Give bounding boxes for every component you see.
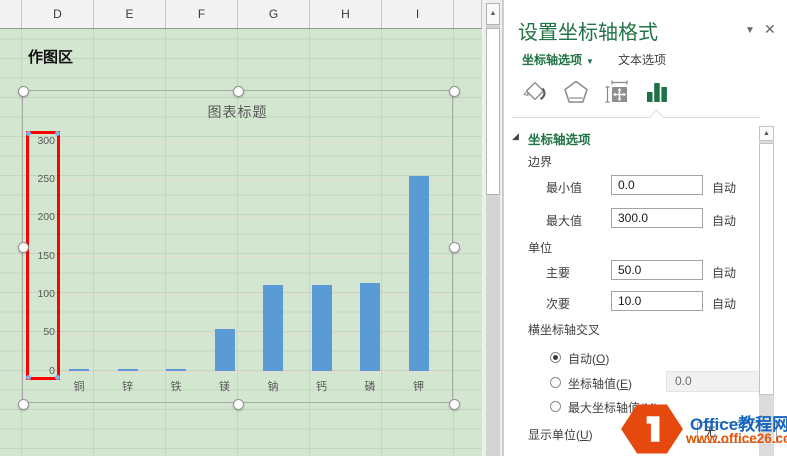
x-axis-category-label[interactable]: 铁 [152, 378, 200, 394]
column-header-partial[interactable] [0, 0, 22, 28]
chart-bar[interactable] [312, 285, 332, 371]
effects-icon[interactable] [562, 78, 590, 106]
pane-scrollbar-thumb[interactable] [759, 143, 774, 395]
column-header-d[interactable]: D [22, 0, 94, 28]
office-logo-icon [620, 403, 684, 455]
x-axis-category-label[interactable]: 镁 [201, 378, 249, 394]
x-axis-category-label[interactable]: 磷 [346, 378, 394, 394]
chart-selection-handle[interactable] [18, 242, 29, 253]
chart-title[interactable]: 图表标题 [23, 102, 452, 122]
column-header-h[interactable]: H [310, 0, 382, 28]
pane-scroll-up-icon[interactable]: ▲ [759, 126, 774, 141]
pane-options-dropdown-icon[interactable]: ▼ [745, 25, 755, 36]
minimum-label: 最小值 [546, 179, 582, 196]
sheet-scrollbar-thumb[interactable] [486, 28, 500, 195]
column-header-i[interactable]: I [382, 0, 454, 28]
display-units-label: 显示单位(U) [528, 426, 593, 443]
chart-gridline [59, 371, 448, 372]
watermark: Office教程网 www.office26.com [618, 399, 787, 456]
chart-gridline [59, 218, 448, 219]
radio-axis-value[interactable] [550, 377, 561, 388]
sheet-scrollbar: ▲ [482, 0, 503, 456]
pane-close-icon[interactable]: ✕ [764, 21, 776, 38]
chart-bar[interactable] [360, 283, 380, 371]
axis-handle-icon [26, 131, 31, 136]
column-header-e[interactable]: E [94, 0, 166, 28]
value-axis-highlight[interactable] [26, 131, 60, 380]
chart-bar[interactable] [69, 369, 89, 371]
chart-selection-handle[interactable] [449, 86, 460, 97]
column-header-f[interactable]: F [166, 0, 238, 28]
chart-selection-handle[interactable] [18, 399, 29, 410]
maximum-label: 最大值 [546, 212, 582, 229]
x-axis-category-label[interactable]: 钾 [395, 378, 443, 394]
minor-unit-label: 次要 [546, 295, 570, 312]
tab-axis-options[interactable]: 坐标轴选项▼ [522, 51, 594, 68]
pane-title: 设置坐标轴格式 [518, 16, 658, 45]
radio-automatic-label[interactable]: 自动(O) [568, 350, 609, 367]
x-axis-category-label[interactable]: 铜 [55, 378, 103, 394]
minor-unit-input[interactable]: 10.0 [611, 291, 703, 311]
major-unit-reset-button[interactable]: 自动 [712, 264, 736, 281]
axis-handle-icon [26, 375, 31, 380]
x-axis-category-label[interactable]: 钠 [249, 378, 297, 394]
x-axis-category-label[interactable]: 钙 [298, 378, 346, 394]
axis-handle-icon [55, 375, 60, 380]
column-header-partial-right[interactable] [454, 0, 482, 28]
chart-bar[interactable] [263, 285, 283, 371]
x-axis-category-label[interactable]: 锌 [104, 378, 152, 394]
section-axis-options[interactable]: 坐标轴选项 [528, 129, 591, 148]
chart-gridline [59, 256, 448, 257]
axis-value-input-disabled[interactable]: 0.0 [666, 371, 761, 392]
radio-max-axis-value[interactable] [550, 401, 561, 412]
tab-text-options[interactable]: 文本选项 [618, 51, 666, 68]
excel-window: D E F G H I 作图区 图表标题 050100150200250300铜… [0, 0, 787, 456]
boundary-group-label: 边界 [528, 153, 552, 170]
watermark-site-url: www.office26.com [686, 431, 787, 446]
radio-automatic[interactable] [550, 352, 561, 363]
radio-axis-value-label[interactable]: 坐标轴值(E) [568, 375, 632, 392]
chart-frame[interactable]: 图表标题 050100150200250300铜锌铁镁钠钙磷钾 [22, 90, 453, 403]
major-unit-input[interactable]: 50.0 [611, 260, 703, 280]
column-header-g[interactable]: G [238, 0, 310, 28]
worksheet[interactable]: D E F G H I 作图区 图表标题 050100150200250300铜… [0, 0, 482, 456]
pane-divider [512, 117, 760, 118]
chart-gridline [59, 294, 448, 295]
fill-line-icon[interactable] [521, 78, 549, 106]
selected-tab-caret [649, 110, 665, 126]
chart-selection-handle[interactable] [449, 399, 460, 410]
major-unit-label: 主要 [546, 264, 570, 281]
chart-selection-handle[interactable] [18, 86, 29, 97]
chart-bar[interactable] [118, 369, 138, 371]
minimum-input[interactable]: 0.0 [611, 175, 703, 195]
chart-gridline [59, 141, 448, 142]
chart-bar[interactable] [166, 369, 186, 371]
column-header-row: D E F G H I [0, 0, 482, 29]
chart-selection-handle[interactable] [233, 86, 244, 97]
chart-selection-handle[interactable] [449, 242, 460, 253]
chart-gridline [59, 179, 448, 180]
collapse-section-icon[interactable]: ◢ [512, 131, 519, 142]
size-properties-icon[interactable] [603, 78, 631, 106]
chart-gridline [59, 333, 448, 334]
axis-crosses-group-label: 横坐标轴交叉 [528, 321, 600, 338]
axis-handle-icon [55, 131, 60, 136]
plot-area-tooltip: 作图区 [28, 46, 73, 67]
minor-unit-reset-button[interactable]: 自动 [712, 295, 736, 312]
format-axis-pane: 设置坐标轴格式 ▼ ✕ 坐标轴选项▼ 文本选项 [503, 0, 787, 456]
scroll-up-icon[interactable]: ▲ [486, 3, 500, 25]
maximum-input[interactable]: 300.0 [611, 208, 703, 228]
axis-options-chart-icon[interactable] [643, 78, 671, 106]
chart-bar[interactable] [409, 176, 429, 372]
chart-bar[interactable] [215, 329, 235, 371]
maximum-reset-button[interactable]: 自动 [712, 212, 736, 229]
chart-selection-handle[interactable] [233, 399, 244, 410]
minimum-reset-button[interactable]: 自动 [712, 179, 736, 196]
chevron-down-icon: ▼ [586, 57, 594, 66]
units-group-label: 单位 [528, 239, 552, 256]
